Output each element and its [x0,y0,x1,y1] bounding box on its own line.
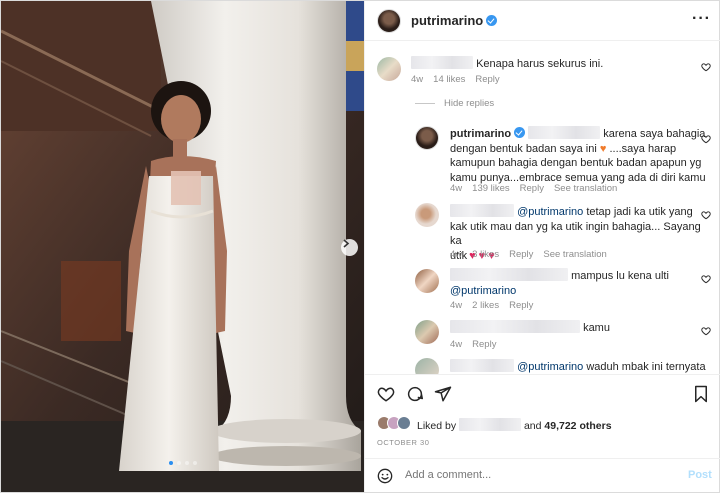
bookmark-icon[interactable] [693,385,709,403]
reply-line: ....saya harap [609,142,677,155]
reply-button[interactable]: Reply [509,300,533,311]
reply-line: dengan bentuk badan saya ini [450,142,597,155]
reply-time[interactable]: 4w [450,249,462,260]
carousel-indicator [169,461,197,465]
reply-line: mampus lu kena ulti [571,270,669,282]
reply-avatar[interactable] [415,203,439,227]
reply-button[interactable]: Reply [520,183,544,194]
author-avatar[interactable] [377,9,401,33]
reply-line: kamupun bahagia dengan bentuk badan apap… [450,157,702,169]
orange-heart-icon: ♥ [599,142,607,155]
emoji-icon[interactable] [377,468,393,484]
more-options-icon[interactable]: ··· [692,10,711,28]
reply-meta: 4w 139 likes Reply See translation [450,183,627,194]
reply-likes[interactable]: 139 likes [472,183,510,194]
reply-time[interactable]: 4w [450,300,462,311]
reply-meta: 4w 2 likes Reply [450,300,543,311]
mention-link[interactable]: @putrimarino [517,206,583,218]
redacted-username [459,418,522,431]
redacted-mention [528,126,601,139]
heart-outline-icon[interactable] [701,62,711,72]
reply-text: mampus lu kena ulti @putrimarino [450,268,712,298]
comment-likes[interactable]: 14 likes [433,74,465,85]
reply-likes[interactable]: 3 likes [472,249,499,260]
comment-time[interactable]: 4w [411,74,423,85]
author-username[interactable]: putrimarino [411,13,498,28]
mention-link[interactable]: @putrimarino [450,285,516,297]
post-photo[interactable] [1,1,364,492]
photo-illustration [1,1,364,492]
hide-replies-line [415,103,435,104]
next-photo-button[interactable] [341,239,358,256]
comment-text: Kenapa harus sekurus ini. [411,56,603,72]
carousel-dot [193,461,197,465]
carousel-dot [169,461,173,465]
comment-body: Kenapa harus sekurus ini. [476,58,604,70]
reply-time[interactable]: 4w [450,183,462,194]
reply-text: putrimarino karena saya bahagia dengan b… [450,126,712,185]
comment-meta: 4w 14 likes Reply [411,74,510,85]
heart-outline-icon[interactable] [701,274,711,284]
post-header: putrimarino ··· [365,1,720,41]
liked-by-label: Liked by [417,420,457,432]
redacted-username [450,268,568,281]
redacted-username [450,320,580,333]
redacted-username [411,56,473,69]
redacted-username [450,204,514,217]
heart-icon[interactable] [377,385,395,403]
heart-outline-icon[interactable] [701,210,711,220]
reply-button[interactable]: Reply [509,249,533,260]
reply-line: tetap jadi ka utik yang [586,206,693,218]
see-translation-link[interactable]: See translation [543,249,606,260]
chevron-right-icon [343,239,350,248]
liked-and-label: and [523,420,542,432]
post-comment-button[interactable]: Post [688,469,712,481]
reply-username[interactable]: putrimarino [450,128,511,140]
reply-avatar[interactable] [415,126,439,150]
reply-button[interactable]: Reply [472,339,496,350]
add-comment-bar: Post [365,458,720,492]
reply-line: kamu punya...embrace semua yang ada di d… [450,171,706,184]
mention-link[interactable]: @putrimarino [517,361,583,373]
reply-time[interactable]: 4w [450,339,462,350]
carousel-dot [177,461,181,465]
reply-avatar[interactable] [415,320,439,344]
post-date[interactable]: OCTOBER 30 [377,438,429,447]
see-translation-link[interactable]: See translation [554,183,617,194]
reply-meta: 4w 3 likes Reply See translation [450,249,617,260]
reply-line: kamu [583,322,610,334]
comment-icon[interactable] [406,385,424,403]
heart-outline-icon[interactable] [701,134,711,144]
liker-avatar [397,416,411,430]
comments-list: Kenapa harus sekurus ini. 4w 14 likes Repl… [365,42,720,374]
post-side-panel: putrimarino ··· Kenapa harus sekurus ini… [364,1,720,492]
reply-line: kak utik mau dan yg ka utik ingin bahagi… [450,220,701,248]
liked-by-text: Liked by and 49,722 others [417,418,612,432]
reply-line: waduh mbak ini ternyata [586,361,706,373]
reply-button[interactable]: Reply [475,74,499,85]
add-comment-input[interactable] [405,469,675,481]
hide-replies-button[interactable]: Hide replies [444,98,494,109]
verified-badge-icon [486,15,498,26]
commenter-avatar[interactable] [377,57,401,81]
reply-avatar[interactable] [415,358,439,374]
author-username-text[interactable]: putrimarino [411,13,483,28]
heart-outline-icon[interactable] [701,326,711,336]
carousel-dot [185,461,189,465]
reply-text: kamu [450,320,712,336]
reply-likes[interactable]: 2 likes [472,300,499,311]
verified-badge-icon [514,127,526,138]
reply-avatar[interactable] [415,269,439,293]
reply-line: karena saya bahagia [603,128,706,140]
action-bar: Liked by and 49,722 others OCTOBER 30 [365,374,720,447]
likes-count[interactable]: 49,722 others [544,420,611,432]
reply-meta: 4w Reply [450,339,506,350]
share-icon[interactable] [434,385,452,403]
redacted-username [450,359,514,372]
reply-text: @putrimarino waduh mbak ini ternyata [450,359,712,374]
